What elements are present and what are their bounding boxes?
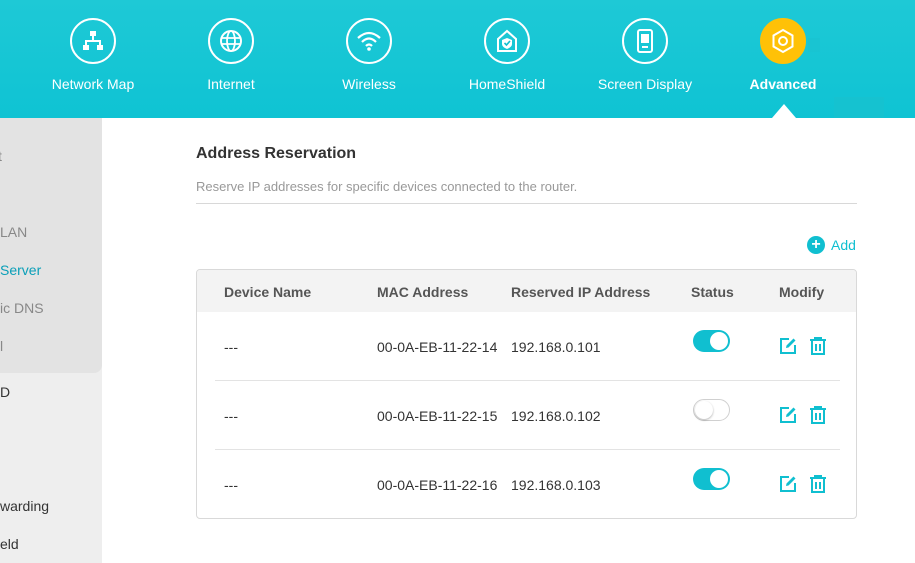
sidebar-submenu-group xyxy=(0,118,102,373)
table-row: --- 00-0A-EB-11-22-16 192.168.0.103 xyxy=(215,450,840,518)
nav-label: Internet xyxy=(207,76,255,92)
page-description: Reserve IP addresses for specific device… xyxy=(196,179,578,194)
nav-label: Network Map xyxy=(51,76,135,92)
screen-icon xyxy=(622,18,668,64)
table-row: --- 00-0A-EB-11-22-15 192.168.0.102 xyxy=(215,381,840,450)
nav-advanced[interactable]: Advanced xyxy=(723,18,843,92)
nav-label: Screen Display xyxy=(597,76,693,92)
device-name: --- xyxy=(224,408,238,424)
nav-screen-display[interactable]: Screen Display xyxy=(585,18,705,92)
table-header: Device Name MAC Address Reserved IP Addr… xyxy=(197,270,856,312)
reserved-ip: 192.168.0.101 xyxy=(511,339,601,355)
top-navigation: Network Map Internet Wireless HomeShield… xyxy=(0,0,915,118)
wifi-icon xyxy=(346,18,392,64)
globe-icon xyxy=(208,18,254,64)
reservation-table: Device Name MAC Address Reserved IP Addr… xyxy=(196,269,857,519)
sidebar-item-partial[interactable]: eld xyxy=(0,536,19,552)
network-map-icon xyxy=(70,18,116,64)
mac-address: 00-0A-EB-11-22-16 xyxy=(377,477,498,493)
add-label: Add xyxy=(831,237,856,253)
mac-address: 00-0A-EB-11-22-14 xyxy=(377,339,498,355)
gear-icon xyxy=(760,18,806,64)
sidebar-item-lan[interactable]: LAN xyxy=(0,224,27,240)
mac-address: 00-0A-EB-11-22-15 xyxy=(377,408,498,424)
sidebar-item-dhcp-server[interactable]: Server xyxy=(0,262,41,278)
reserved-ip: 192.168.0.103 xyxy=(511,477,601,493)
home-shield-icon xyxy=(484,18,530,64)
edit-icon[interactable] xyxy=(778,405,798,425)
sidebar-item-dynamic-dns[interactable]: ic DNS xyxy=(0,300,44,316)
sidebar-item-partial[interactable]: l xyxy=(0,338,3,354)
column-header: Status xyxy=(691,284,734,300)
add-button[interactable]: + Add xyxy=(807,236,856,254)
decoration xyxy=(834,97,884,118)
nav-network-map[interactable]: Network Map xyxy=(33,18,153,92)
device-name: --- xyxy=(224,339,238,355)
edit-icon[interactable] xyxy=(778,336,798,356)
nav-label: Wireless xyxy=(342,76,396,92)
status-toggle[interactable] xyxy=(693,468,730,490)
page-title: Address Reservation xyxy=(196,145,357,162)
sidebar-item-partial[interactable]: D xyxy=(0,384,10,400)
status-toggle[interactable] xyxy=(693,330,730,352)
edit-icon[interactable] xyxy=(778,474,798,494)
decoration xyxy=(808,38,820,52)
column-header: Modify xyxy=(779,284,825,300)
reserved-ip: 192.168.0.102 xyxy=(511,408,601,424)
column-header: MAC Address xyxy=(377,284,469,300)
trash-icon[interactable] xyxy=(808,405,828,425)
sidebar-item-port-forwarding[interactable]: warding xyxy=(0,498,49,514)
trash-icon[interactable] xyxy=(808,336,828,356)
table-row: --- 00-0A-EB-11-22-14 192.168.0.101 xyxy=(215,312,840,381)
column-header: Reserved IP Address xyxy=(511,284,651,300)
nav-label: HomeShield xyxy=(468,76,546,92)
active-nav-pointer xyxy=(772,104,796,118)
device-name: --- xyxy=(224,477,238,493)
sidebar: t LAN Server ic DNS l D warding eld xyxy=(0,118,102,563)
plus-icon: + xyxy=(807,236,825,254)
trash-icon[interactable] xyxy=(808,474,828,494)
nav-internet[interactable]: Internet xyxy=(171,18,291,92)
nav-label: Advanced xyxy=(749,76,817,92)
column-header: Device Name xyxy=(224,284,312,300)
divider xyxy=(196,203,857,204)
nav-homeshield[interactable]: HomeShield xyxy=(447,18,567,92)
sidebar-item-partial[interactable]: t xyxy=(0,148,2,164)
status-toggle[interactable] xyxy=(693,399,730,421)
nav-wireless[interactable]: Wireless xyxy=(309,18,429,92)
